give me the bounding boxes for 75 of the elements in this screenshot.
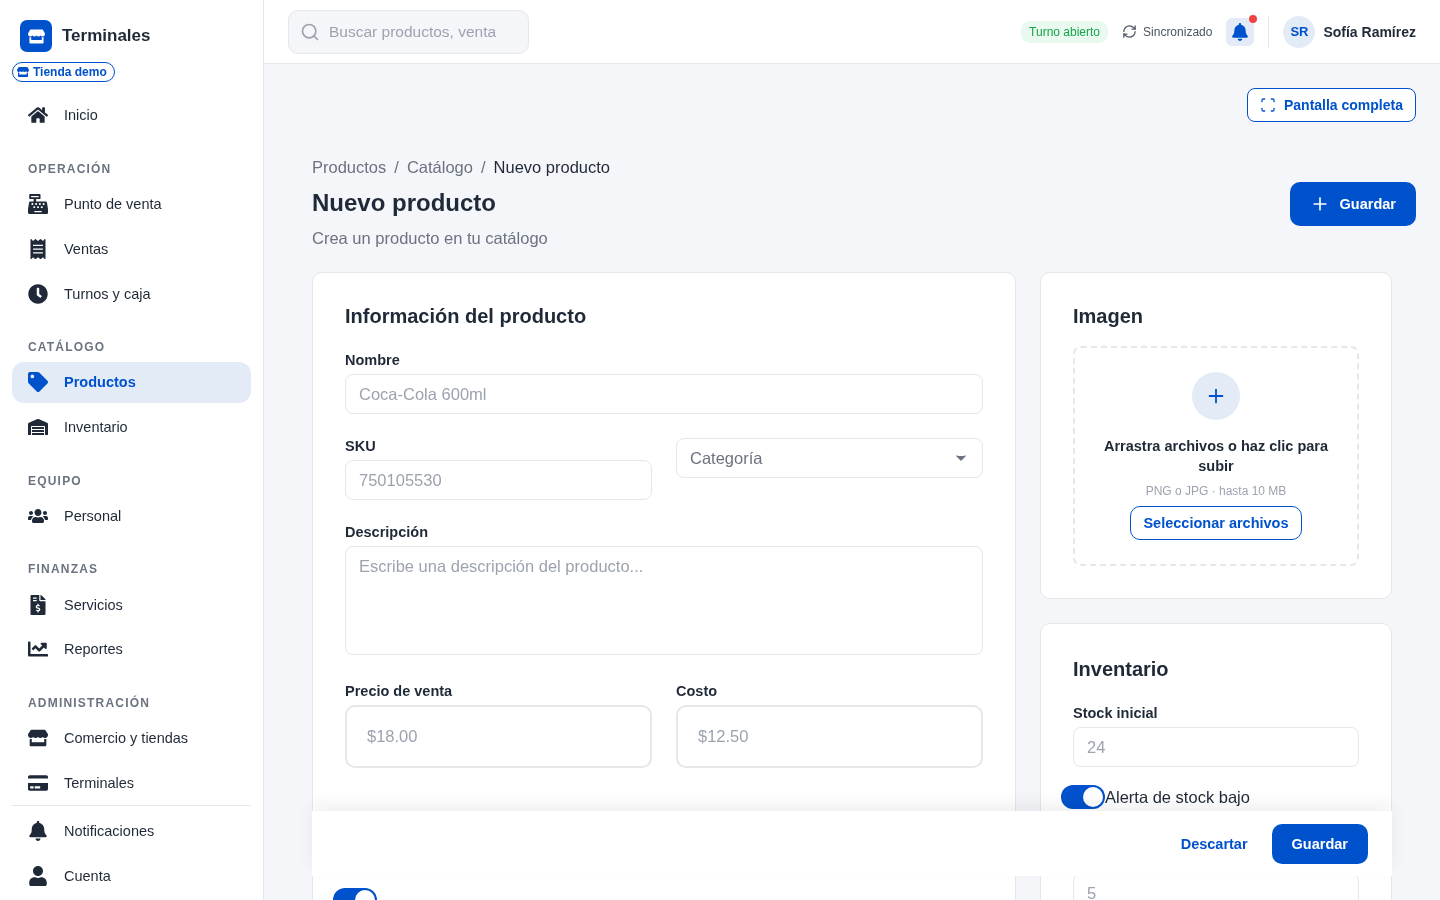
page-subtitle: Crea un producto en tu catálogo <box>312 229 548 248</box>
field-label: Nombre <box>345 352 401 368</box>
description-field[interactable]: Escribe una descripción del producto... <box>345 546 983 655</box>
sidebar-item[interactable]: Servicios <box>12 584 251 626</box>
sku-field[interactable]: 750105530 <box>345 460 652 500</box>
sidebar-item[interactable]: Inicio <box>12 94 251 136</box>
sidebar-item[interactable]: Inventario <box>12 406 251 448</box>
sidebar-item[interactable]: Ventas <box>12 228 251 270</box>
drop-instructions: Arrastra archivos o haz clic para subir <box>1102 437 1330 476</box>
field-label: Costo <box>676 683 719 699</box>
field-label: Precio de venta <box>345 683 454 699</box>
sidebar-item[interactable]: Notificaciones <box>12 810 251 852</box>
shift-status-badge: Turno abierto <box>1021 20 1109 43</box>
section-heading: EQUIPO <box>27 473 83 488</box>
field-label: Stock inicial <box>1073 705 1159 721</box>
sidebar-item[interactable]: Productos <box>12 362 251 403</box>
bell-icon <box>28 820 48 841</box>
field-label: Descripción <box>345 524 429 540</box>
clock-icon <box>28 283 48 304</box>
sidebar-item[interactable]: Personal <box>12 495 251 537</box>
price-field[interactable]: $18.00 <box>345 705 652 768</box>
breadcrumb-separator: / <box>480 158 486 177</box>
file-hint: PNG o JPG · hasta 10 MB <box>1145 484 1287 498</box>
sidebar-item[interactable]: Cuenta <box>12 855 251 896</box>
sidebar-item[interactable]: Terminales <box>12 762 251 804</box>
cost-field[interactable]: $12.50 <box>676 705 983 768</box>
home-icon <box>28 105 48 126</box>
discard-button[interactable]: Descartar <box>1180 831 1248 856</box>
field-label: SKU <box>345 438 377 454</box>
storefront-icon <box>28 728 48 749</box>
warehouse-icon <box>28 417 48 438</box>
save-button[interactable]: Guardar <box>1271 823 1368 864</box>
user-name: Sofía Ramírez <box>1323 23 1416 40</box>
search-field[interactable]: Buscar productos, venta <box>288 9 529 54</box>
storefront-logo <box>20 20 52 52</box>
credit-card-icon <box>28 773 48 793</box>
card-title: Inventario <box>1073 658 1170 681</box>
card-title: Imagen <box>1073 305 1145 328</box>
notifications-button[interactable] <box>1226 17 1255 46</box>
file-drop-zone[interactable]: Arrastra archivos o haz clic para subir PNG o JPG · hasta 10 MB Seleccionar archivos <box>1073 346 1359 566</box>
section-heading: OPERACIÓN <box>27 161 113 176</box>
person-icon <box>28 865 48 886</box>
brand-name: Terminales <box>62 26 151 46</box>
toggle-label: Alerta de stock bajo <box>1105 787 1250 807</box>
user-avatar[interactable]: SR <box>1283 15 1316 48</box>
section-heading: FINANZAS <box>27 562 100 577</box>
toggle-switch[interactable] <box>1061 785 1105 809</box>
sidebar-item[interactable]: Punto de venta <box>12 183 251 225</box>
sidebar-item[interactable]: Reportes <box>12 629 251 670</box>
sidebar-item[interactable]: Comercio y tiendas <box>12 717 251 759</box>
receipt-icon <box>28 238 48 259</box>
sync-status: Sincronizado <box>1122 24 1213 39</box>
storefront-icon <box>17 66 29 78</box>
section-heading: ADMINISTRACIÓN <box>27 695 152 710</box>
page-title: Nuevo producto <box>312 189 497 217</box>
save-button[interactable]: Guardar <box>1289 182 1416 226</box>
breadcrumb-link[interactable]: Productos <box>312 158 387 177</box>
stock-field[interactable]: 24 <box>1073 727 1359 767</box>
breadcrumb-current: Nuevo producto <box>493 158 611 177</box>
select-files-button[interactable]: Seleccionar archivos <box>1130 506 1302 540</box>
breadcrumb-separator: / <box>394 158 399 177</box>
fullscreen-button[interactable]: Pantalla completa <box>1246 88 1416 122</box>
tag-icon <box>28 372 48 393</box>
fullscreen-icon <box>1259 97 1276 113</box>
plus-icon <box>1192 372 1240 420</box>
category-select[interactable]: Categoría <box>676 438 983 478</box>
cash-register-icon <box>28 194 48 215</box>
invoice-icon <box>28 594 48 615</box>
line-chart-icon <box>28 639 48 660</box>
sidebar-item[interactable]: Turnos y caja <box>12 273 251 315</box>
refresh-icon <box>1122 24 1138 39</box>
card-title: Información del producto <box>345 305 588 328</box>
breadcrumb-link[interactable]: Catálogo <box>406 158 473 177</box>
name-field[interactable]: Coca-Cola 600ml <box>345 374 983 414</box>
section-heading: CATÁLOGO <box>27 340 107 355</box>
